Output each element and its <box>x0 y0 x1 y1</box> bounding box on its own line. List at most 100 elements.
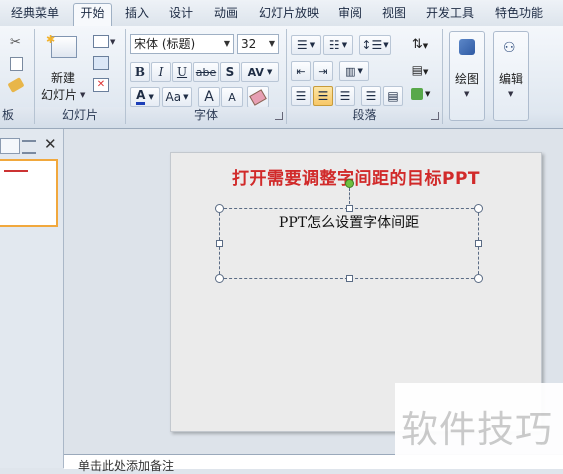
sparkle-icon: ✱ <box>46 33 56 46</box>
tab-design[interactable]: 设计 <box>164 4 198 24</box>
reset-icon[interactable] <box>93 56 109 70</box>
tab-insert[interactable]: 插入 <box>120 4 154 24</box>
bold-button[interactable]: B <box>130 62 150 82</box>
numbering-button[interactable]: ☷ ▼ <box>323 35 353 55</box>
resize-handle-right[interactable] <box>475 240 482 247</box>
resize-handle-left[interactable] <box>216 240 223 247</box>
tab-developer[interactable]: 开发工具 <box>421 4 479 24</box>
tab-slideshow[interactable]: 幻灯片放映 <box>254 4 324 24</box>
layout-icon[interactable] <box>93 35 109 48</box>
ribbon: ✂ 板 ✱ 新建 幻灯片 ▼ ▼ ✕ 幻灯片 宋体 (标题) ▼ 32 ▼ B … <box>0 26 563 129</box>
copy-icon[interactable] <box>10 57 23 71</box>
align-text-icon: ▤ <box>411 63 423 77</box>
clear-formatting-button[interactable] <box>247 86 269 108</box>
font-size-select[interactable]: 32 ▼ <box>237 34 279 54</box>
rotate-handle[interactable] <box>345 179 354 188</box>
grow-font-button[interactable]: A <box>198 87 220 107</box>
paragraph-group-label: 段落 <box>287 107 442 124</box>
font-name-value: 宋体 (标题) <box>134 37 196 51</box>
distribute-icon: ▤ <box>387 89 399 103</box>
smartart-button[interactable]: ▼ <box>405 84 435 106</box>
resize-handle-bottom[interactable] <box>346 275 353 282</box>
resize-handle-top-right[interactable] <box>474 204 483 213</box>
chevron-down-icon: ▼ <box>508 90 514 98</box>
slides-pane: ✕ <box>0 129 64 468</box>
tab-home[interactable]: 开始 <box>73 3 112 26</box>
shadow-button[interactable]: S <box>220 62 240 82</box>
delete-slide-icon[interactable]: ✕ <box>93 78 109 92</box>
change-case-label: Aa <box>165 90 182 104</box>
clipboard-group: ✂ 板 <box>0 29 35 124</box>
line-spacing-icon: ↕☰ <box>361 38 383 52</box>
resize-handle-top-left[interactable] <box>215 204 224 213</box>
tab-animation[interactable]: 动画 <box>208 4 244 24</box>
tab-review[interactable]: 审阅 <box>333 4 367 24</box>
shrink-font-button[interactable]: A <box>221 87 243 107</box>
new-slide-button[interactable]: ✱ 新建 幻灯片 ▼ <box>39 33 87 105</box>
line-spacing-button[interactable]: ↕☰ ▼ <box>359 35 391 55</box>
paragraph-dialog-launcher-icon[interactable] <box>431 112 439 120</box>
character-spacing-button[interactable]: AV ▼ <box>241 62 279 82</box>
increase-indent-button[interactable]: ⇥ <box>313 61 333 81</box>
notes-placeholder[interactable]: 单击此处添加备注 <box>78 457 174 474</box>
decrease-indent-icon: ⇤ <box>296 64 306 78</box>
editing-label: 编辑 <box>498 72 523 86</box>
align-center-button[interactable]: ☰ <box>313 86 333 106</box>
columns-button[interactable]: ▥ ▼ <box>339 61 369 81</box>
outline-tab-icon[interactable] <box>22 140 36 154</box>
slide-title: 打开需要调整字间距的目标PPT <box>231 169 480 189</box>
align-text-button[interactable]: ▤▼ <box>405 59 435 81</box>
font-group-label: 字体 <box>126 107 286 124</box>
font-name-select[interactable]: 宋体 (标题) ▼ <box>130 34 234 54</box>
chevron-down-icon: ▼ <box>383 41 389 49</box>
strikethrough-button[interactable]: abe <box>193 62 219 82</box>
new-slide-label-line2: 幻灯片 <box>40 88 77 102</box>
chevron-down-icon: ▼ <box>309 41 316 49</box>
drawing-button[interactable]: 绘图 ▼ <box>449 31 485 121</box>
format-painter-icon[interactable] <box>7 77 25 93</box>
chevron-down-icon: ▼ <box>422 68 429 76</box>
bullet-list-icon: ☰ <box>296 38 308 52</box>
align-right-button[interactable]: ☰ <box>335 86 355 106</box>
resize-handle-bottom-left[interactable] <box>215 274 224 283</box>
font-size-value: 32 <box>241 37 257 51</box>
slides-pane-header: ✕ <box>0 135 63 155</box>
italic-button[interactable]: I <box>151 62 171 82</box>
slides-tab-icon[interactable] <box>0 138 20 154</box>
selected-textbox[interactable]: PPT怎么设置字体间距 <box>215 179 483 283</box>
cut-icon[interactable]: ✂ <box>10 35 21 50</box>
resize-handle-top[interactable] <box>346 205 353 212</box>
new-slide-label: 新建 <box>50 71 75 85</box>
chevron-down-icon: ▼ <box>268 39 275 48</box>
chevron-down-icon: ▼ <box>183 93 189 101</box>
tab-special-features[interactable]: 特色功能 <box>489 4 549 24</box>
slide-thumbnail-title-line <box>4 170 28 172</box>
tab-view[interactable]: 视图 <box>377 4 411 24</box>
justify-button[interactable]: ☰ <box>361 86 381 106</box>
editing-button[interactable]: ⚇ 编辑 ▼ <box>493 31 529 121</box>
resize-handle-bottom-right[interactable] <box>474 274 483 283</box>
font-dialog-launcher-icon[interactable] <box>275 112 283 120</box>
justify-icon: ☰ <box>365 89 377 103</box>
watermark-overlay: 软件技巧 <box>395 383 563 468</box>
font-group: 宋体 (标题) ▼ 32 ▼ B I U abe S AV ▼ A ▼ Aa ▼… <box>126 29 287 124</box>
text-direction-button[interactable]: ⇅▼ <box>405 34 435 56</box>
font-color-button[interactable]: A ▼ <box>130 87 160 107</box>
align-left-button[interactable]: ☰ <box>291 86 311 106</box>
watermark-text: 软件技巧 <box>401 408 553 451</box>
underline-button[interactable]: U <box>172 62 192 82</box>
text-direction-icon: ⇅ <box>411 37 423 52</box>
chevron-down-icon: ▼ <box>341 41 348 49</box>
chevron-down-icon: ▼ <box>266 68 273 76</box>
textbox-text[interactable]: PPT怎么设置字体间距 <box>220 212 478 232</box>
distribute-button[interactable]: ▤ <box>383 86 403 106</box>
chevron-down-icon: ▼ <box>148 93 154 101</box>
decrease-indent-button[interactable]: ⇤ <box>291 61 311 81</box>
tab-classic-menu[interactable]: 经典菜单 <box>6 4 64 24</box>
close-icon[interactable]: ✕ <box>44 135 57 153</box>
drawing-group: 绘图 ▼ <box>446 29 488 124</box>
slide-thumbnail[interactable] <box>0 159 58 227</box>
change-case-button[interactable]: Aa ▼ <box>162 87 192 107</box>
increase-indent-icon: ⇥ <box>318 64 328 78</box>
bullets-button[interactable]: ☰ ▼ <box>291 35 321 55</box>
